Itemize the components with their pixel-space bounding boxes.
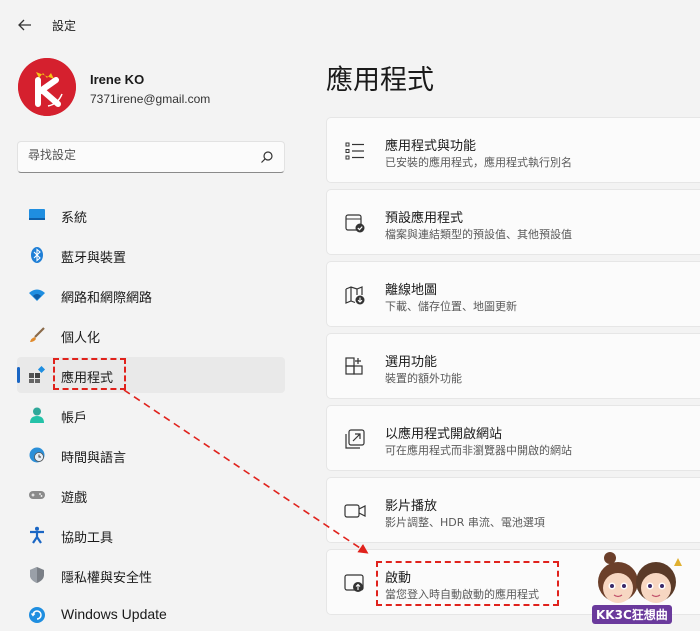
annotation-box-apps [53, 358, 126, 390]
card-title: 預設應用程式 [385, 211, 464, 226]
avatar-logo-icon [18, 58, 76, 116]
display-icon [29, 209, 45, 220]
globe-clock-icon [29, 447, 45, 463]
sidebar-item-label: Windows Update [61, 606, 167, 622]
sidebar-item-bluetooth[interactable]: 藍牙與裝置 [17, 237, 285, 273]
default-app-icon [345, 214, 365, 233]
selection-indicator [17, 367, 20, 383]
update-icon [29, 607, 45, 623]
card-title: 選用功能 [385, 355, 438, 370]
add-feature-icon [345, 357, 363, 375]
sidebar-item-label: 帳戶 [61, 411, 88, 426]
card-title: 離線地圖 [385, 283, 438, 298]
card-description: 下載、儲存位置、地圖更新 [385, 300, 517, 313]
startup-icon [344, 574, 364, 592]
card-offline-maps[interactable]: 離線地圖 下載、儲存位置、地圖更新 [326, 261, 700, 327]
sidebar-item-label: 時間與語言 [61, 451, 127, 466]
search-box[interactable] [17, 141, 285, 173]
card-apps-features[interactable]: 應用程式與功能 已安裝的應用程式，應用程式執行別名 [326, 117, 700, 183]
card-default-apps[interactable]: 預設應用程式 檔案與連結類型的預設值、其他預設值 [326, 189, 700, 255]
video-icon [344, 504, 366, 518]
map-download-icon [345, 286, 365, 305]
shield-icon [30, 567, 44, 583]
user-email: 7371irene@gmail.com [90, 92, 211, 106]
watermark-text: KK3C狂想曲 [592, 605, 672, 624]
sidebar-item-accessibility[interactable]: 協助工具 [17, 517, 285, 553]
back-arrow-icon[interactable] [14, 14, 36, 36]
gamepad-icon [29, 491, 45, 499]
sidebar-item-label: 個人化 [61, 331, 101, 346]
bluetooth-icon [31, 247, 43, 263]
card-optional-features[interactable]: 選用功能 裝置的額外功能 [326, 333, 700, 399]
apps-icon [29, 366, 46, 383]
card-video-playback[interactable]: 影片播放 影片調整、HDR 串流、電池選項 [326, 477, 700, 543]
sidebar-item-system[interactable]: 系統 [17, 197, 285, 233]
search-icon[interactable] [260, 150, 274, 164]
sidebar-item-label: 隱私權與安全性 [61, 571, 153, 586]
card-description: 影片調整、HDR 串流、電池選項 [385, 516, 545, 529]
person-icon [30, 407, 44, 423]
sidebar-item-label: 系統 [61, 211, 88, 226]
list-icon [345, 142, 364, 160]
sidebar-item-windows-update[interactable]: Windows Update [17, 597, 285, 631]
card-description: 可在應用程式而非瀏覽器中開啟的網站 [385, 444, 572, 457]
card-title: 應用程式與功能 [385, 139, 477, 154]
sidebar-item-accounts[interactable]: 帳戶 [17, 397, 285, 433]
sidebar-item-personalization[interactable]: 個人化 [17, 317, 285, 353]
sidebar-item-label: 藍牙與裝置 [61, 251, 127, 266]
sidebar-item-label: 遊戲 [61, 491, 88, 506]
card-title: 以應用程式開啟網站 [385, 427, 503, 442]
page-title: 應用程式 [326, 65, 434, 96]
wifi-icon [29, 289, 45, 301]
app-title: 設定 [52, 19, 77, 33]
title-bar: 設定 [0, 0, 700, 48]
sidebar-item-network[interactable]: 網路和網際網路 [17, 277, 285, 313]
card-description: 檔案與連結類型的預設值、其他預設值 [385, 228, 572, 241]
card-description: 已安裝的應用程式，應用程式執行別名 [385, 156, 572, 169]
sidebar-item-label: 協助工具 [61, 531, 114, 546]
avatar[interactable] [18, 58, 76, 116]
user-name: Irene KO [90, 72, 145, 87]
sidebar-item-gaming[interactable]: 遊戲 [17, 477, 285, 513]
sidebar-item-time-language[interactable]: 時間與語言 [17, 437, 285, 473]
card-description: 裝置的額外功能 [385, 372, 462, 385]
sidebar-item-label: 網路和網際網路 [61, 291, 153, 306]
brush-icon [30, 327, 45, 342]
card-title: 影片播放 [385, 499, 438, 514]
annotation-box-startup [376, 561, 559, 606]
search-input[interactable] [28, 148, 248, 162]
accessibility-icon [30, 526, 44, 544]
sidebar-item-privacy[interactable]: 隱私權與安全性 [17, 557, 285, 593]
card-apps-for-websites[interactable]: 以應用程式開啟網站 可在應用程式而非瀏覽器中開啟的網站 [326, 405, 700, 471]
open-link-icon [345, 429, 365, 449]
